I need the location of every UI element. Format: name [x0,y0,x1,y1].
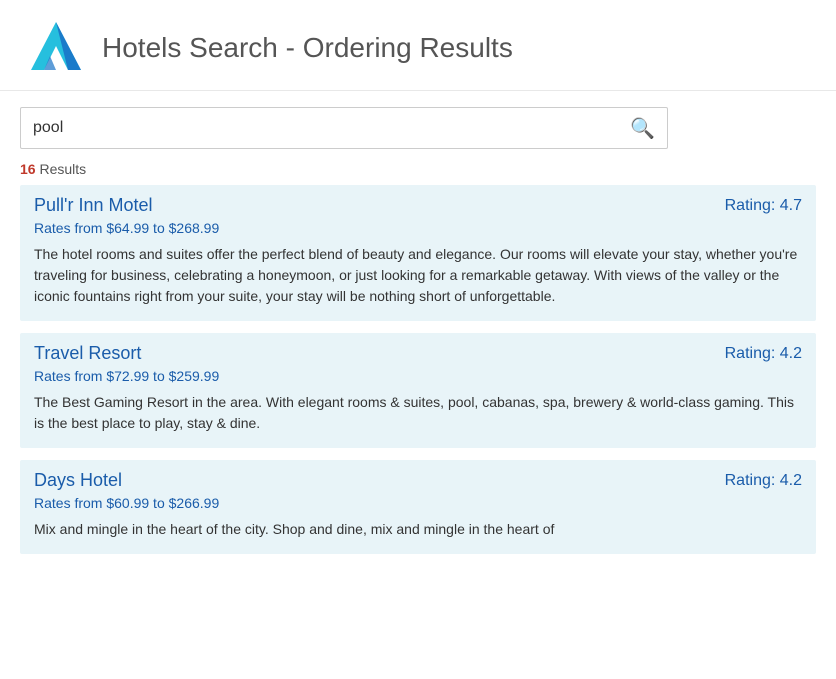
search-icon[interactable]: 🔍 [630,116,655,141]
hotel-rates: Rates from $64.99 to $268.99 [34,220,802,236]
hotel-card: Travel Resort Rating: 4.2 Rates from $72… [20,333,816,448]
hotel-rates: Rates from $60.99 to $266.99 [34,495,802,511]
search-input[interactable] [33,119,630,137]
results-list[interactable]: Pull'r Inn Motel Rating: 4.7 Rates from … [0,185,836,679]
hotel-rates: Rates from $72.99 to $259.99 [34,368,802,384]
hotel-description: The Best Gaming Resort in the area. With… [34,392,802,434]
results-count: 16 Results [0,157,836,185]
hotel-rating: Rating: 4.2 [725,472,802,490]
header: Hotels Search - Ordering Results [0,0,836,91]
results-count-number: 16 [20,161,36,177]
search-bar-container: 🔍 [0,91,836,157]
hotel-name[interactable]: Pull'r Inn Motel [34,195,153,216]
hotel-name[interactable]: Travel Resort [34,343,141,364]
hotel-description: Mix and mingle in the heart of the city.… [34,519,802,540]
hotel-name[interactable]: Days Hotel [34,470,122,491]
results-count-label: Results [39,161,86,177]
hotel-header: Pull'r Inn Motel Rating: 4.7 [34,195,802,216]
hotel-card: Days Hotel Rating: 4.2 Rates from $60.99… [20,460,816,554]
hotel-description: The hotel rooms and suites offer the per… [34,244,802,307]
hotel-header: Days Hotel Rating: 4.2 [34,470,802,491]
hotel-header: Travel Resort Rating: 4.2 [34,343,802,364]
hotel-rating: Rating: 4.2 [725,345,802,363]
logo [20,16,92,80]
hotel-rating: Rating: 4.7 [725,197,802,215]
page-title: Hotels Search - Ordering Results [102,32,513,64]
hotel-card: Pull'r Inn Motel Rating: 4.7 Rates from … [20,185,816,321]
search-bar: 🔍 [20,107,668,149]
